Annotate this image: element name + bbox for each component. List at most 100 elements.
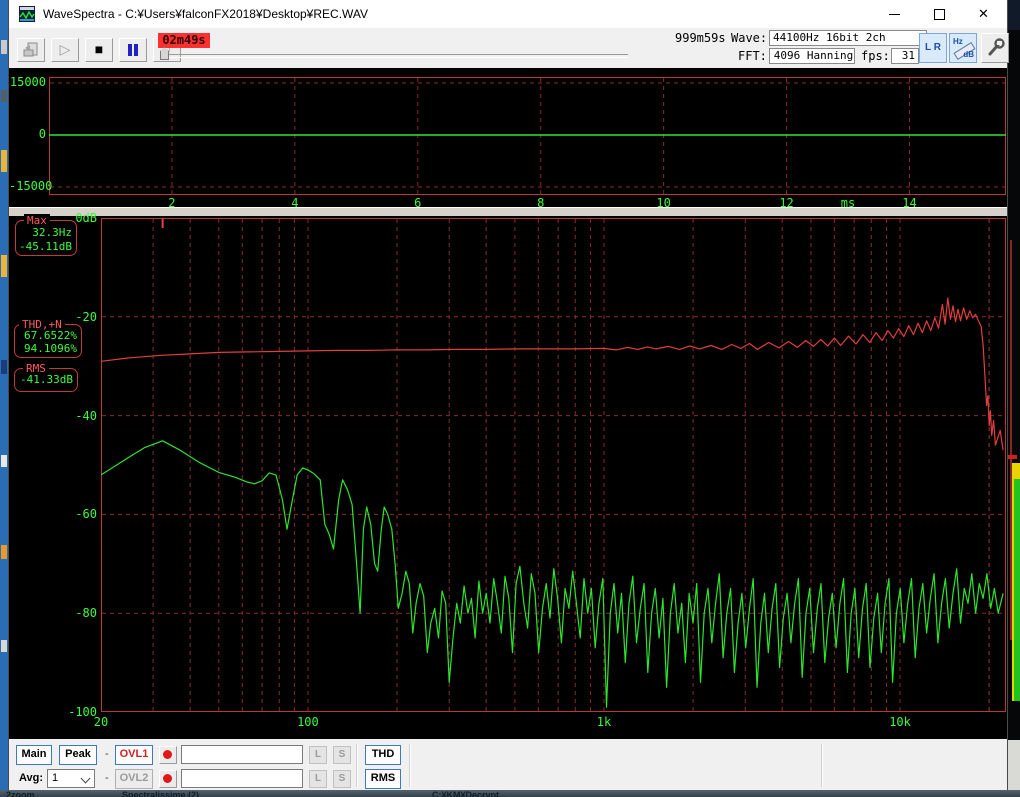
main-button[interactable]: Main — [16, 745, 52, 765]
avg-select[interactable]: 1 — [47, 769, 95, 788]
max-frequency-value: 32.3Hz — [32, 226, 72, 239]
ovl2-record-button[interactable] — [159, 770, 177, 788]
spec-freq-tick-label: 20 — [86, 715, 116, 729]
minimize-button[interactable] — [872, 0, 917, 28]
wave-y-tick-label: -15000 — [9, 179, 46, 193]
close-icon: ✕ — [978, 8, 989, 20]
ovl2-s-button[interactable]: S — [333, 770, 351, 788]
background-window-titlebar — [1008, 0, 1020, 30]
avg-value: 1 — [52, 772, 58, 784]
ovl1-button[interactable]: OVL1 — [115, 745, 153, 765]
ovl2-button[interactable]: OVL2 — [115, 769, 153, 789]
separator — [356, 744, 358, 787]
wave-y-tick-label: 0 — [9, 127, 46, 141]
wave-format-field: 44100Hz 16bit 2ch — [769, 30, 927, 46]
fps-label: fps: — [861, 49, 890, 63]
spec-db-tick-label: -20 — [9, 310, 97, 324]
stop-icon: ■ — [95, 41, 103, 57]
waveform-plot — [49, 77, 1006, 195]
taskbar-button-fragment: Spectralissime (2) — [122, 790, 199, 797]
thd-value-2: 94.1096% — [24, 342, 77, 355]
spec-freq-tick-label: 10k — [885, 715, 915, 729]
max-level-value: -45.11dB — [19, 240, 72, 253]
minimize-icon — [889, 14, 900, 15]
spec-db-tick-label: 0dB — [9, 211, 97, 225]
background-window-panel — [1008, 740, 1020, 790]
play-icon: ▷ — [60, 41, 71, 57]
ovl1-s-button[interactable]: S — [333, 746, 351, 764]
desktop-icon-fragment — [1, 360, 7, 374]
spec-db-tick-label: -60 — [9, 507, 97, 521]
app-icon — [19, 6, 35, 22]
level-meter-peak — [1008, 455, 1017, 459]
ovl2-file-field[interactable] — [181, 769, 303, 788]
maximize-button[interactable] — [917, 0, 962, 28]
chevron-down-icon — [81, 774, 91, 784]
desktop-icon-fragment — [1, 455, 7, 467]
toolbar: ▷ ■ ○ 02m49s 999m59s Wave: 44100Hz 16bit… — [9, 28, 1007, 69]
rms-button[interactable]: RMS — [365, 769, 401, 789]
play-button[interactable]: ▷ — [51, 38, 79, 62]
thd-value-1: 67.6522% — [24, 329, 77, 342]
axis-hz-db-button[interactable]: Hz dB — [949, 33, 977, 63]
desktop-left-strip — [0, 0, 8, 797]
wrench-icon — [985, 37, 1005, 59]
desktop-icon-fragment — [1, 255, 7, 277]
ovl1-l-button[interactable]: L — [309, 746, 327, 764]
seek-slider-track[interactable] — [160, 54, 628, 58]
rms-value: -41.33dB — [20, 373, 73, 386]
spec-db-tick-label: -100 — [9, 705, 97, 719]
avg-label: Avg: — [19, 772, 43, 784]
spec-db-tick-label: -40 — [9, 409, 97, 423]
wave-label: Wave: — [731, 31, 767, 45]
desktop-icon-fragment — [1, 90, 7, 102]
fps-field: 31 — [891, 48, 919, 64]
max-readout: Max 32.3Hz -45.11dB — [15, 220, 77, 256]
lr-icon: L R — [925, 42, 941, 53]
ovl1-file-field[interactable] — [181, 745, 303, 764]
fft-settings-field: 4096 Hanning — [769, 48, 855, 64]
thd-button[interactable]: THD — [365, 745, 401, 765]
red-dot-icon — [163, 750, 172, 759]
elapsed-time-display: 02m49s — [158, 33, 210, 48]
level-meter-green — [1014, 479, 1020, 701]
rms-readout: RMS -41.33dB — [14, 368, 78, 392]
spec-freq-tick-label: 100 — [293, 715, 323, 729]
pause-button[interactable] — [119, 38, 147, 62]
peak-button[interactable]: Peak — [59, 745, 97, 765]
taskbar-button-fragment: C:¥KM¥Decrypt... — [432, 790, 507, 797]
fft-label: FFT: — [738, 49, 767, 63]
spec-freq-tick-label: 1k — [589, 715, 619, 729]
red-dot-icon — [163, 774, 172, 783]
open-file-icon — [22, 42, 40, 58]
ovl1-record-button[interactable] — [159, 746, 177, 764]
stop-button[interactable]: ■ — [85, 38, 113, 62]
separator — [821, 744, 823, 787]
background-window-strip — [1008, 0, 1020, 797]
window-title: WaveSpectra - C:¥Users¥falconFX2018¥Desk… — [43, 7, 368, 21]
spec-db-tick-label: -80 — [9, 606, 97, 620]
desktop-icon-fragment — [1, 40, 7, 54]
open-file-button[interactable] — [17, 38, 45, 62]
dash-2: - — [105, 772, 109, 784]
settings-button[interactable] — [981, 33, 1009, 63]
spectrum-plot — [101, 218, 1006, 712]
title-bar[interactable]: WaveSpectra - C:¥Users¥falconFX2018¥Desk… — [9, 0, 1007, 28]
close-button[interactable]: ✕ — [962, 0, 1007, 28]
waveform-panel: 150000-150002468101214ms — [9, 68, 1007, 207]
channel-lr-button[interactable]: L R — [919, 33, 947, 63]
thd-readout: THD,+N 67.6522% 94.1096% — [14, 324, 82, 358]
pause-icon — [127, 44, 139, 56]
taskbar-strip: 2zoomSpectralissime (2)C:¥KM¥Decrypt... — [0, 790, 1020, 797]
panel-divider[interactable] — [9, 207, 1007, 216]
ovl2-l-button[interactable]: L — [309, 770, 327, 788]
wave-y-tick-label: 15000 — [9, 75, 46, 89]
db-icon: dB — [963, 50, 974, 59]
spectrum-panel: Max 32.3Hz -45.11dB THD,+N 67.6522% 94.1… — [9, 216, 1007, 737]
maximize-icon — [934, 9, 945, 20]
control-bar: Main Peak - OVL1 L S Avg: 1 - OVL2 L S T… — [9, 737, 1007, 790]
desktop-icon-fragment — [1, 640, 7, 652]
dash-1: - — [105, 748, 109, 760]
hz-icon: Hz — [953, 37, 963, 46]
desktop-icon-fragment — [1, 150, 7, 172]
